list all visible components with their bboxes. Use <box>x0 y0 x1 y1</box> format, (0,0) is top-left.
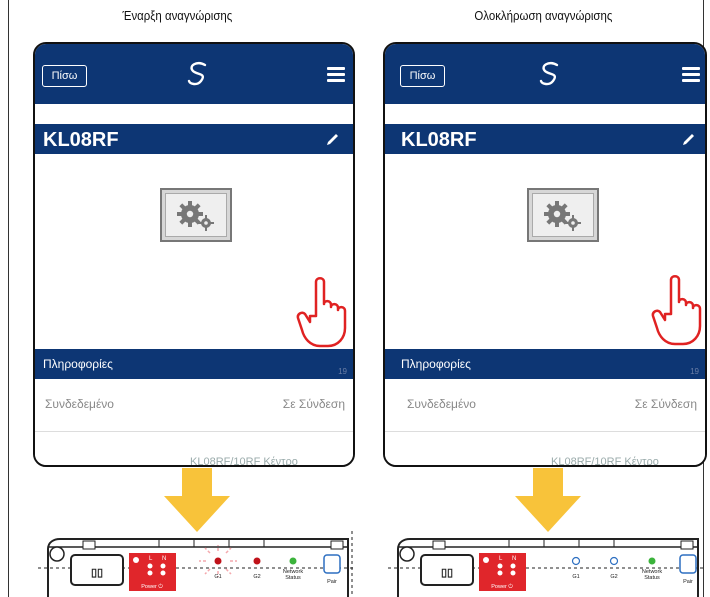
info-title: Πληροφορίες <box>401 357 471 371</box>
hand-pointer-icon <box>651 275 702 346</box>
svg-text:G1: G1 <box>214 574 221 580</box>
svg-text:Pair: Pair <box>327 579 337 585</box>
network-status-led <box>289 557 297 565</box>
pair-button[interactable] <box>323 554 341 574</box>
info-section-header: Πληροφορίες 19 <box>35 349 353 379</box>
device-name: KL08RF <box>401 129 477 151</box>
g1-led <box>571 556 581 566</box>
power-label: Power ⏻ <box>491 583 513 590</box>
app-topbar: Πίσω <box>35 44 353 104</box>
gear-icon <box>527 188 599 242</box>
g1-led <box>214 557 222 565</box>
control-panel-complete: ▯▯ L N Power ⏻ G1 G2 Network Status Pair <box>388 538 704 597</box>
svg-text:N: N <box>162 556 166 562</box>
logo-icon <box>187 61 207 86</box>
svg-text:G2: G2 <box>610 574 617 580</box>
info-title: Πληροφορίες <box>43 357 113 371</box>
back-button[interactable]: Πίσω <box>400 65 445 87</box>
phone-screen-complete: Πίσω KL08RF Πληροφορίες 19 Συνδεδεμένο Σ… <box>383 42 707 467</box>
status-label: Συνδεδεμένο <box>45 397 114 411</box>
gear-icon <box>160 188 232 242</box>
pencil-icon[interactable] <box>325 132 340 147</box>
app-topbar: Πίσω <box>385 44 705 104</box>
left-border-line <box>8 0 9 597</box>
status-row: Συνδεδεμένο Σε Σύνδεση <box>385 379 705 432</box>
svg-text:Status: Status <box>644 575 660 581</box>
status-row: Συνδεδεμένο Σε Σύνδεση <box>35 379 353 432</box>
arrow-down-icon <box>164 468 230 532</box>
status-label: Συνδεδεμένο <box>407 397 476 411</box>
caption-complete-identification: Ολοκλήρωση αναγνώρισης <box>474 8 613 23</box>
caption-start-identification: Έναρξη αναγνώρισης <box>122 8 233 23</box>
info-number: 19 <box>690 367 699 376</box>
panel-button-label: ▯▯ <box>91 567 103 579</box>
back-button[interactable]: Πίσω <box>42 65 87 87</box>
pair-button[interactable] <box>679 554 697 574</box>
info-number: 19 <box>338 367 347 376</box>
pencil-icon[interactable] <box>681 132 696 147</box>
device-name: KL08RF <box>43 129 119 151</box>
status-value: Σε Σύνδεση <box>634 397 697 411</box>
info-section-header: Πληροφορίες 19 <box>385 349 705 379</box>
hand-pointer-icon <box>296 277 347 348</box>
truncated-text: KL08RF/10RF Κέντρο <box>551 456 659 467</box>
device-header: KL08RF <box>35 124 353 154</box>
power-label: Power ⏻ <box>141 583 163 590</box>
arrow-down-icon <box>515 468 581 532</box>
menu-icon[interactable] <box>327 67 345 82</box>
device-header: KL08RF <box>385 124 705 154</box>
panel-button-label: ▯▯ <box>441 567 453 579</box>
truncated-text: KL08RF/10RF Κέντρο <box>190 456 298 467</box>
network-status-led <box>648 557 656 565</box>
svg-text:G2: G2 <box>253 574 260 580</box>
g2-led <box>609 556 619 566</box>
phone-screen-start: Πίσω KL08RF Πληροφορίες 19 Συνδεδεμένο Σ… <box>33 42 355 467</box>
logo-icon <box>539 61 559 86</box>
svg-text:Pair: Pair <box>683 579 693 585</box>
g2-led <box>253 557 261 565</box>
svg-text:Status: Status <box>285 575 301 581</box>
svg-text:G1: G1 <box>572 574 579 580</box>
svg-text:N: N <box>512 556 516 562</box>
menu-icon[interactable] <box>682 67 700 82</box>
control-panel-start: ▯▯ L N Power ⏻ G1 G2 Network Status Pair <box>38 531 354 597</box>
status-value: Σε Σύνδεση <box>282 397 345 411</box>
